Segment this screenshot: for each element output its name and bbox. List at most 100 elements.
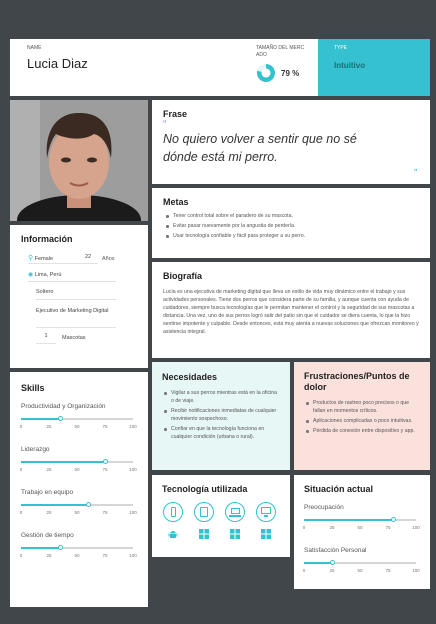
pets-count: 1 — [36, 333, 56, 344]
tick-label: 0 — [302, 525, 306, 530]
laptop-icon — [225, 502, 245, 522]
tick-label: 100 — [129, 553, 137, 558]
skills-title: Skills — [21, 383, 45, 393]
frustrations-card: Frustraciones/Puntos de dolor Productos … — [294, 362, 430, 470]
goals-title: Metas — [163, 197, 189, 207]
type-label: TYPE — [334, 45, 348, 51]
tick-label: 75 — [385, 568, 391, 573]
slider-knob[interactable] — [57, 545, 63, 550]
tick-label: 50 — [74, 553, 80, 558]
android-icon — [168, 531, 178, 538]
bio-title: Biografía — [163, 271, 203, 281]
name-label: NAME — [27, 45, 42, 51]
age-unit: Años — [102, 256, 115, 262]
slider-ticks: 0 25 50 75 100 — [20, 510, 137, 516]
tick-label: 75 — [102, 510, 108, 515]
slider-knob[interactable] — [85, 502, 91, 507]
tick-label: 75 — [102, 424, 108, 429]
close-quote-icon: ” — [414, 168, 418, 179]
frustration-item: Aplicaciones complicadas o poco intuitiv… — [305, 417, 421, 425]
tick-label: 0 — [19, 553, 23, 558]
tech-card: Tecnología utilizada — [152, 475, 290, 557]
slider-knob[interactable] — [57, 416, 63, 421]
slider-ticks: 0 25 50 75 100 — [19, 553, 137, 559]
slider-knob[interactable] — [391, 517, 397, 522]
tick-label: 25 — [329, 525, 335, 530]
level-slider[interactable]: 0 25 50 75 100 — [19, 458, 137, 473]
tech-title: Tecnología utilizada — [162, 484, 248, 494]
persona-portrait-image — [10, 100, 148, 221]
skills-card: Skills Productividad y Organización 0 25 5… — [10, 372, 148, 607]
tablet-icon — [194, 502, 214, 522]
slider-ticks: 0 25 50 75 100 — [302, 525, 420, 531]
slider-knob[interactable] — [102, 459, 108, 464]
needs-card: Necesidades Vigilar a sus perros mientra… — [152, 362, 290, 470]
persona-name: Lucia Diaz — [27, 56, 88, 71]
need-item: Recibir notificaciones inmediatas de cua… — [163, 407, 281, 423]
tick-label: 50 — [357, 568, 363, 573]
slider-knob[interactable] — [329, 560, 335, 565]
slider-ticks: 0 25 50 75 100 — [19, 467, 137, 473]
tick-label: 75 — [385, 525, 391, 530]
slider-ticks: 0 25 50 75 100 — [20, 424, 137, 430]
goals-list: Tener control total sobre el paradero de… — [165, 212, 420, 242]
type-value: Intuitivo — [334, 61, 366, 70]
type-panel: TYPE Intuitivo — [318, 39, 430, 96]
goal-item: Evitar pasar nuevamente por la angustia … — [165, 222, 420, 230]
status-value: Soltero — [36, 289, 116, 300]
tick-label: 25 — [46, 553, 52, 558]
level-slider[interactable]: 0 25 50 75 100 — [20, 501, 137, 516]
tick-label: 100 — [412, 568, 420, 573]
tick-label: 0 — [19, 467, 23, 472]
needs-title: Necesidades — [162, 372, 218, 382]
frustrations-title: Frustraciones/Puntos de dolor — [304, 371, 410, 392]
tick-label: 100 — [129, 424, 137, 429]
windows-icon — [199, 529, 209, 539]
info-title: Información — [21, 234, 73, 244]
frustrations-list: Productos de rastreo poco precisos o que… — [305, 399, 421, 437]
pets-label: Mascotas — [62, 335, 86, 341]
goal-item: Tener control total sobre el paradero de… — [165, 212, 420, 220]
slider-label: Liderazgo — [21, 446, 50, 453]
tick-label: 50 — [357, 525, 363, 530]
tick-label: 50 — [74, 510, 80, 515]
quote-title: Frase — [163, 109, 188, 119]
quote-card: Frase “ No quiero volver a sentir que no… — [152, 100, 430, 184]
tick-label: 100 — [129, 467, 137, 472]
tick-label: 25 — [329, 568, 335, 573]
goals-card: Metas Tener control total sobre el parad… — [152, 188, 430, 258]
smartphone-icon — [163, 502, 183, 522]
persona-photo — [10, 100, 148, 221]
tick-label: 50 — [74, 467, 80, 472]
slider-label: Preocupación — [304, 504, 344, 511]
tick-label: 100 — [129, 510, 137, 515]
search-icon: ⚲ — [28, 255, 34, 262]
tick-label: 75 — [102, 553, 108, 558]
slider-label: Trabajo en equipo — [21, 489, 74, 496]
frustration-item: Pérdida de conexión entre dispositivo y … — [305, 427, 421, 435]
info-card: Información ⚲ Female 22 Años ◉ Lima, Per… — [10, 225, 148, 368]
windows-icon — [261, 529, 271, 539]
desktop-icon — [256, 502, 276, 522]
market-size-donut — [256, 64, 275, 82]
level-slider[interactable]: 0 25 50 75 100 — [19, 544, 137, 559]
open-quote-icon: “ — [163, 119, 167, 130]
market-size-label: TAMAÑO DEL MERC ADO — [256, 45, 305, 58]
gender-value: Female — [34, 256, 54, 262]
level-slider[interactable]: 0 25 50 75 100 — [302, 559, 420, 573]
need-item: Vigilar a sus perros mientras está en la… — [163, 389, 281, 405]
location-pin-icon: ◉ — [28, 272, 34, 278]
tick-label: 0 — [302, 568, 306, 573]
tick-label: 25 — [46, 424, 52, 429]
level-slider[interactable]: 0 25 50 75 100 — [20, 415, 137, 430]
goal-item: Usar tecnología confiable y fácil para p… — [165, 232, 420, 240]
header-card: NAME Lucia Diaz TAMAÑO DEL MERC ADO 79 %… — [10, 39, 430, 96]
quote-text: No quiero volver a sentir que no sé dónd… — [163, 132, 357, 164]
occupation-value: Ejecutivo de Marketing Digital — [36, 307, 116, 328]
need-item: Confiar en que la tecnología funciona en… — [163, 425, 281, 441]
windows-icon — [230, 529, 240, 539]
level-slider[interactable]: 0 25 50 75 100 — [302, 516, 420, 531]
location-field: ◉ Lima, Perú — [28, 271, 116, 282]
gender-field: ⚲ Female — [28, 254, 82, 264]
frustration-item: Productos de rastreo poco precisos o que… — [305, 399, 421, 415]
